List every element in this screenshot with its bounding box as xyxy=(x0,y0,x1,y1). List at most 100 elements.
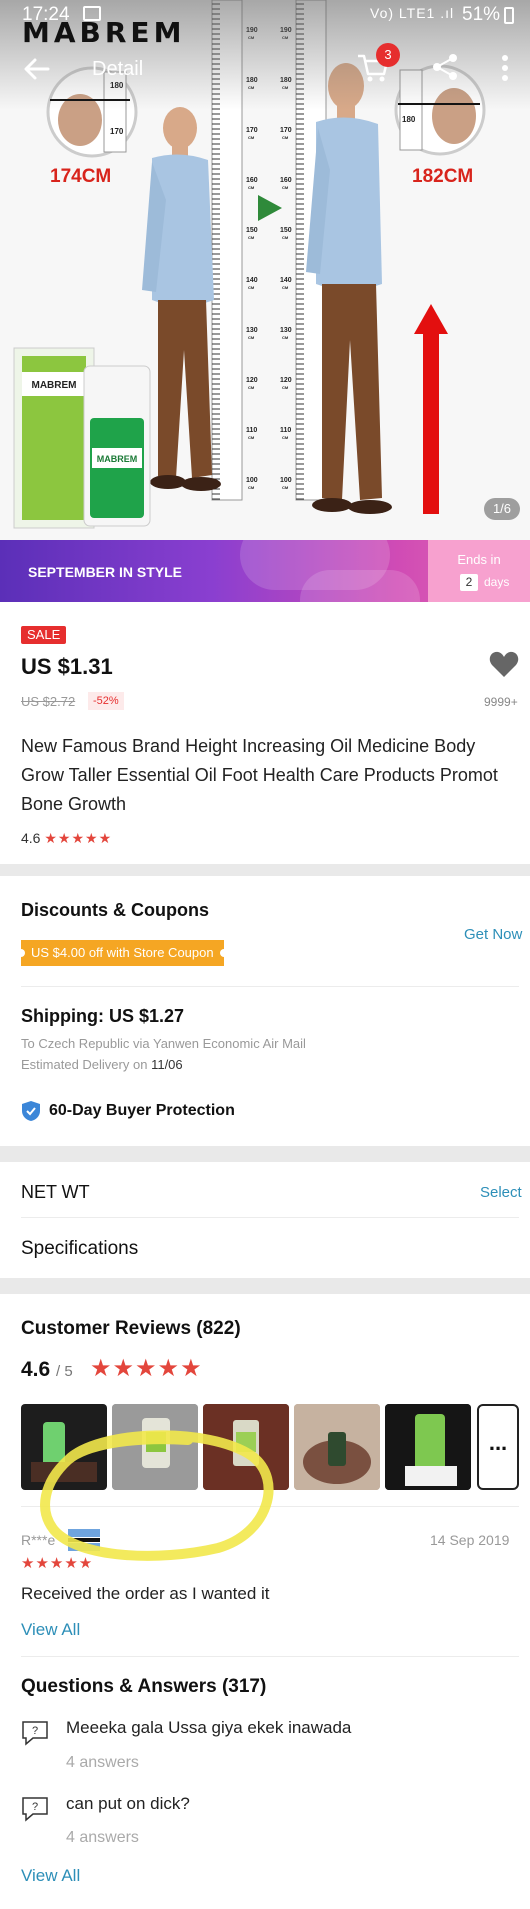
left-ruler-mark: 100 xyxy=(246,477,258,484)
review-photo[interactable] xyxy=(294,1404,380,1490)
reviews-score: 4.6 / 5 xyxy=(21,1358,73,1382)
left-ruler-mark: 120 xyxy=(246,377,258,384)
back-arrow-icon[interactable] xyxy=(20,52,54,86)
product-info-card: SALE US $1.31 US $2.72 -52% 9999+ New Fa… xyxy=(0,602,530,864)
ruler-unit-label: CM xyxy=(282,335,289,340)
delivery-date: 11/06 xyxy=(151,1057,183,1072)
battery-icon xyxy=(504,7,514,24)
right-ruler-mark: 160 xyxy=(280,177,292,184)
ruler-unit-label: CM xyxy=(282,235,289,240)
wishlist-count: 9999+ xyxy=(484,695,518,709)
divider xyxy=(21,1656,519,1657)
store-coupon[interactable]: US $4.00 off with Store Coupon xyxy=(17,940,228,966)
discounts-shipping-card: Discounts & Coupons US $4.00 off with St… xyxy=(0,876,530,1146)
product-box-image: MABREM MABREM xyxy=(13,347,151,529)
banner-countdown: Ends in 2 days xyxy=(428,540,530,602)
share-icon[interactable] xyxy=(430,52,460,82)
right-ruler-mark: 170 xyxy=(280,127,292,134)
right-ruler-mark: 100 xyxy=(280,477,292,484)
review-date: 14 Sep 2019 xyxy=(430,1532,510,1548)
ruler-unit-label: CM xyxy=(248,135,255,140)
right-ruler-mark: 150 xyxy=(280,227,292,234)
left-ruler-mark: 150 xyxy=(246,227,258,234)
bottle-brand-label: MABREM xyxy=(97,454,138,464)
right-zoom-mark-1: 180 xyxy=(402,115,416,124)
qa-view-all-link[interactable]: View All xyxy=(21,1866,80,1886)
left-zoom-mark-2: 170 xyxy=(110,127,124,136)
right-ruler-mark: 110 xyxy=(280,427,291,434)
battery-level: 51% xyxy=(462,4,501,25)
ruler-unit-label: CM xyxy=(248,435,255,440)
ruler-unit-label: CM xyxy=(248,285,255,290)
wishlist-heart-icon[interactable] xyxy=(489,650,519,678)
promo-banner[interactable]: SEPTEMBER IN STYLE Ends in 2 days xyxy=(0,540,530,602)
ends-in-label: Ends in xyxy=(457,552,501,567)
ruler-unit-label: CM xyxy=(282,285,289,290)
product-detail-page: 190CM190CM180CM180CM170CM170CM160CM160CM… xyxy=(0,0,530,1909)
qa-question[interactable]: Meeeka gala Ussa giya ekek inawada xyxy=(66,1718,351,1738)
buyer-protection-label[interactable]: 60-Day Buyer Protection xyxy=(49,1102,235,1120)
qa-title[interactable]: Questions & Answers (317) xyxy=(21,1676,266,1698)
left-ruler-mark: 110 xyxy=(246,427,257,434)
question-icon-glyph: ? xyxy=(32,1725,38,1737)
days-label: days xyxy=(484,575,510,589)
qa-question[interactable]: can put on dick? xyxy=(66,1794,190,1814)
more-options-icon[interactable] xyxy=(498,52,512,84)
question-icon: ? xyxy=(22,1797,48,1822)
top-nav-bar: Detail 3 xyxy=(0,38,530,98)
more-photos-button[interactable]: ... xyxy=(477,1404,519,1490)
left-ruler-mark: 140 xyxy=(246,277,258,284)
nav-title: Detail xyxy=(92,58,144,80)
discount-tag: -52% xyxy=(88,692,124,710)
banner-title: SEPTEMBER IN STYLE xyxy=(28,564,183,580)
left-height-label: 174CM xyxy=(50,166,112,187)
options-card: NET WT Select Specifications xyxy=(0,1162,530,1278)
qa-answers-count[interactable]: 4 answers xyxy=(66,1829,139,1847)
qa-answers-count[interactable]: 4 answers xyxy=(66,1754,139,1772)
cart-count-badge: 3 xyxy=(376,43,400,67)
ruler-unit-label: CM xyxy=(282,385,289,390)
reviews-title[interactable]: Customer Reviews (822) xyxy=(21,1318,241,1340)
ruler-unit-label: CM xyxy=(282,435,289,440)
yellow-highlight-circle xyxy=(40,1430,274,1561)
right-ruler-mark: 130 xyxy=(280,327,292,334)
divider xyxy=(21,1217,519,1218)
signal-icon: Vo) LTE1 .ıl xyxy=(370,5,455,21)
original-price: US $2.72 xyxy=(21,694,76,709)
product-image-gallery[interactable]: 190CM190CM180CM180CM170CM170CM160CM160CM… xyxy=(0,0,530,540)
image-counter: 1/6 xyxy=(484,498,520,520)
ruler-unit-label: CM xyxy=(282,185,289,190)
net-wt-label[interactable]: NET WT xyxy=(21,1182,90,1203)
reviews-view-all-link[interactable]: View All xyxy=(21,1620,80,1640)
buyer-protection-shield-icon xyxy=(22,1101,40,1121)
product-rating[interactable]: 4.6 ★★★★★ xyxy=(21,830,112,847)
score-value: 4.6 xyxy=(21,1358,51,1381)
ruler-unit-label: CM xyxy=(282,485,289,490)
delivery-label: Estimated Delivery on xyxy=(21,1057,148,1072)
shipping-title[interactable]: Shipping: US $1.27 xyxy=(21,1006,184,1027)
right-ruler-mark: 120 xyxy=(280,377,292,384)
discounts-title: Discounts & Coupons xyxy=(21,900,209,920)
estimated-delivery: Estimated Delivery on 11/06 xyxy=(21,1057,183,1072)
get-now-link[interactable]: Get Now xyxy=(464,926,522,943)
left-ruler-mark: 170 xyxy=(246,127,258,134)
review-photo[interactable] xyxy=(385,1404,471,1490)
ruler-unit-label: CM xyxy=(248,185,255,190)
reviews-qa-card: Customer Reviews (822) 4.6 / 5 ★★★★★ ...… xyxy=(0,1294,530,1909)
reviews-stars: ★★★★★ xyxy=(90,1355,203,1382)
rating-value: 4.6 xyxy=(21,830,41,846)
days-value: 2 xyxy=(460,574,478,591)
review-text: Received the order as I wanted it xyxy=(21,1584,270,1603)
sale-badge: SALE xyxy=(21,626,67,644)
right-ruler-mark: 140 xyxy=(280,277,292,284)
ruler-unit-label: CM xyxy=(248,335,255,340)
specifications-link[interactable]: Specifications xyxy=(21,1238,138,1260)
ruler-unit-label: CM xyxy=(248,385,255,390)
select-link[interactable]: Select xyxy=(480,1184,522,1201)
product-title: New Famous Brand Height Increasing Oil M… xyxy=(21,736,498,814)
left-ruler-mark: 130 xyxy=(246,327,258,334)
rating-stars: ★★★★★ xyxy=(44,830,113,846)
shipping-route: To Czech Republic via Yanwen Economic Ai… xyxy=(21,1036,306,1051)
divider xyxy=(21,986,519,987)
ruler-unit-label: CM xyxy=(248,485,255,490)
